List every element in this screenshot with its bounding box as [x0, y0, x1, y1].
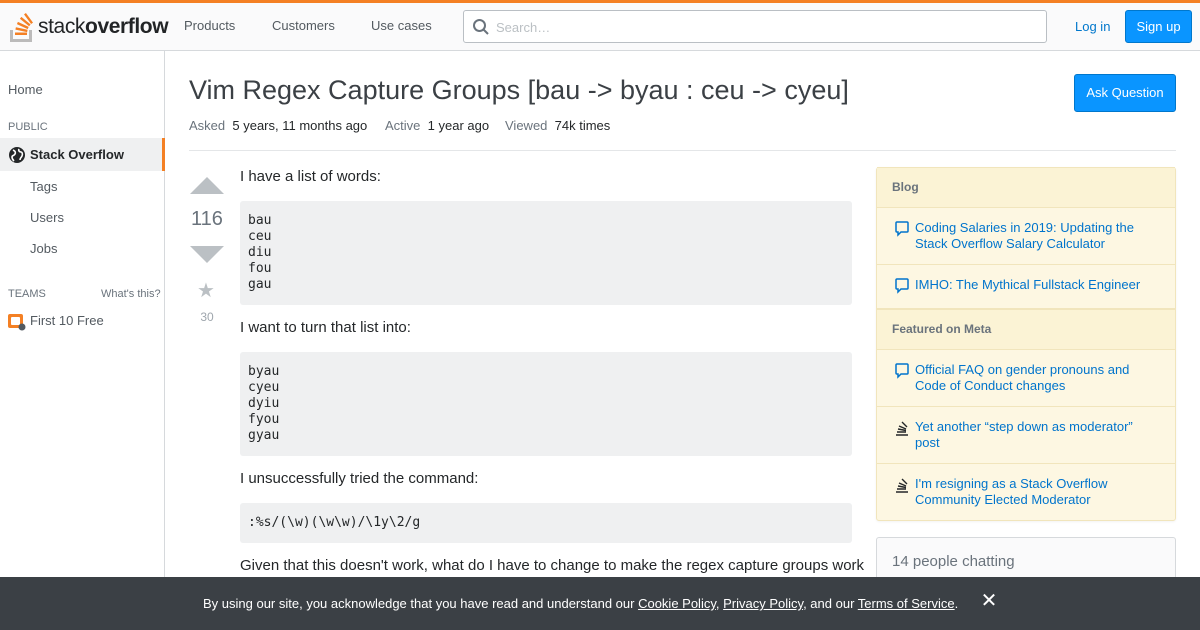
code-block: :%s/(\w)(\w\w)/\1y\2/g — [240, 503, 852, 543]
stack-exchange-meta-icon — [896, 421, 908, 436]
title-divider — [189, 150, 1176, 151]
stackoverflow-logo[interactable]: stackoverflow — [8, 9, 169, 45]
favorite-star-icon[interactable]: ★ — [197, 281, 215, 301]
chat-count-text: 14 people chatting — [892, 553, 1015, 570]
code-block: byau cyeu dyiu fyou gyau — [240, 352, 852, 456]
speech-bubble-icon — [895, 363, 909, 379]
featured-meta-header: Featured on Meta — [877, 309, 1175, 350]
asked-meta: Asked 5 years, 11 months ago — [189, 118, 368, 133]
meta-link[interactable]: Yet another “step down as moderator” pos… — [915, 419, 1155, 451]
vote-count: 116 — [191, 208, 223, 230]
signup-button[interactable]: Sign up — [1125, 10, 1192, 43]
meta-link[interactable]: I'm resigning as a Stack Overflow Commun… — [915, 476, 1155, 508]
blog-link[interactable]: IMHO: The Mythical Fullstack Engineer — [915, 277, 1155, 293]
nav-use-cases[interactable]: Use cases — [371, 18, 432, 33]
body-paragraph: I unsuccessfully tried the command: — [240, 470, 479, 487]
meta-item[interactable]: I'm resigning as a Stack Overflow Commun… — [877, 464, 1175, 521]
teams-briefcase-icon — [8, 314, 26, 331]
speech-bubble-icon — [895, 278, 909, 294]
sidebar-item-jobs[interactable]: Jobs — [30, 241, 57, 256]
question-title[interactable]: Vim Regex Capture Groups [bau -> byau : … — [189, 75, 849, 106]
sidebar-item-label: Stack Overflow — [30, 147, 124, 162]
sidebar-item-tags[interactable]: Tags — [30, 179, 57, 194]
meta-link[interactable]: Official FAQ on gender pronouns and Code… — [915, 362, 1155, 394]
blog-meta-widget: Blog Coding Salaries in 2019: Updating t… — [876, 167, 1176, 521]
sidebar-section-teams: TEAMS — [8, 288, 46, 300]
blog-item[interactable]: IMHO: The Mythical Fullstack Engineer — [877, 265, 1175, 309]
nav-products[interactable]: Products — [184, 18, 235, 33]
meta-item[interactable]: Official FAQ on gender pronouns and Code… — [877, 350, 1175, 407]
favorite-count: 30 — [200, 310, 214, 324]
left-sidebar: Home PUBLIC Stack Overflow Tags Users Jo… — [0, 51, 165, 577]
search-input[interactable] — [496, 17, 1036, 37]
top-bar: stackoverflow Products Customers Use cas… — [0, 0, 1200, 51]
active-date-link[interactable]: 1 year ago — [428, 118, 489, 133]
body-paragraph: I have a list of words: — [240, 168, 381, 185]
search-box[interactable] — [463, 10, 1047, 43]
globe-icon — [9, 147, 25, 163]
blog-item[interactable]: Coding Salaries in 2019: Updating the St… — [877, 208, 1175, 265]
sidebar-section-public: PUBLIC — [8, 121, 48, 133]
sidebar-item-users[interactable]: Users — [30, 210, 64, 225]
terms-of-service-link[interactable]: Terms of Service — [858, 596, 955, 611]
cookie-policy-link[interactable]: Cookie Policy — [638, 596, 716, 611]
cookie-banner: By using our site, you acknowledge that … — [0, 577, 1200, 630]
nav-customers[interactable]: Customers — [272, 18, 335, 33]
privacy-policy-link[interactable]: Privacy Policy — [723, 596, 803, 611]
viewed-meta: Viewed 74k times — [505, 118, 611, 133]
downvote-arrow-icon[interactable] — [190, 246, 224, 263]
cookie-notice-text: By using our site, you acknowledge that … — [203, 596, 959, 611]
blog-header: Blog — [877, 167, 1175, 208]
active-meta: Active 1 year ago — [385, 118, 490, 133]
body-paragraph: Given that this doesn't work, what do I … — [240, 557, 865, 574]
meta-item[interactable]: Yet another “step down as moderator” pos… — [877, 407, 1175, 464]
search-icon — [473, 19, 489, 35]
stack-exchange-meta-icon — [896, 478, 908, 493]
ask-question-button[interactable]: Ask Question — [1074, 74, 1176, 112]
close-icon[interactable]: ✕ — [980, 591, 998, 611]
stack-logo-icon — [10, 13, 33, 42]
code-block: bau ceu diu fou gau — [240, 201, 852, 305]
sidebar-item-stack-overflow[interactable]: Stack Overflow — [0, 138, 165, 171]
sidebar-item-home[interactable]: Home — [8, 82, 43, 97]
login-link[interactable]: Log in — [1075, 19, 1110, 34]
whats-this-link[interactable]: What's this? — [101, 288, 161, 300]
upvote-arrow-icon[interactable] — [190, 177, 224, 194]
body-paragraph: I want to turn that list into: — [240, 319, 411, 336]
sidebar-item-first-10-free[interactable]: First 10 Free — [30, 313, 104, 328]
blog-link[interactable]: Coding Salaries in 2019: Updating the St… — [915, 220, 1155, 252]
speech-bubble-icon — [895, 221, 909, 237]
